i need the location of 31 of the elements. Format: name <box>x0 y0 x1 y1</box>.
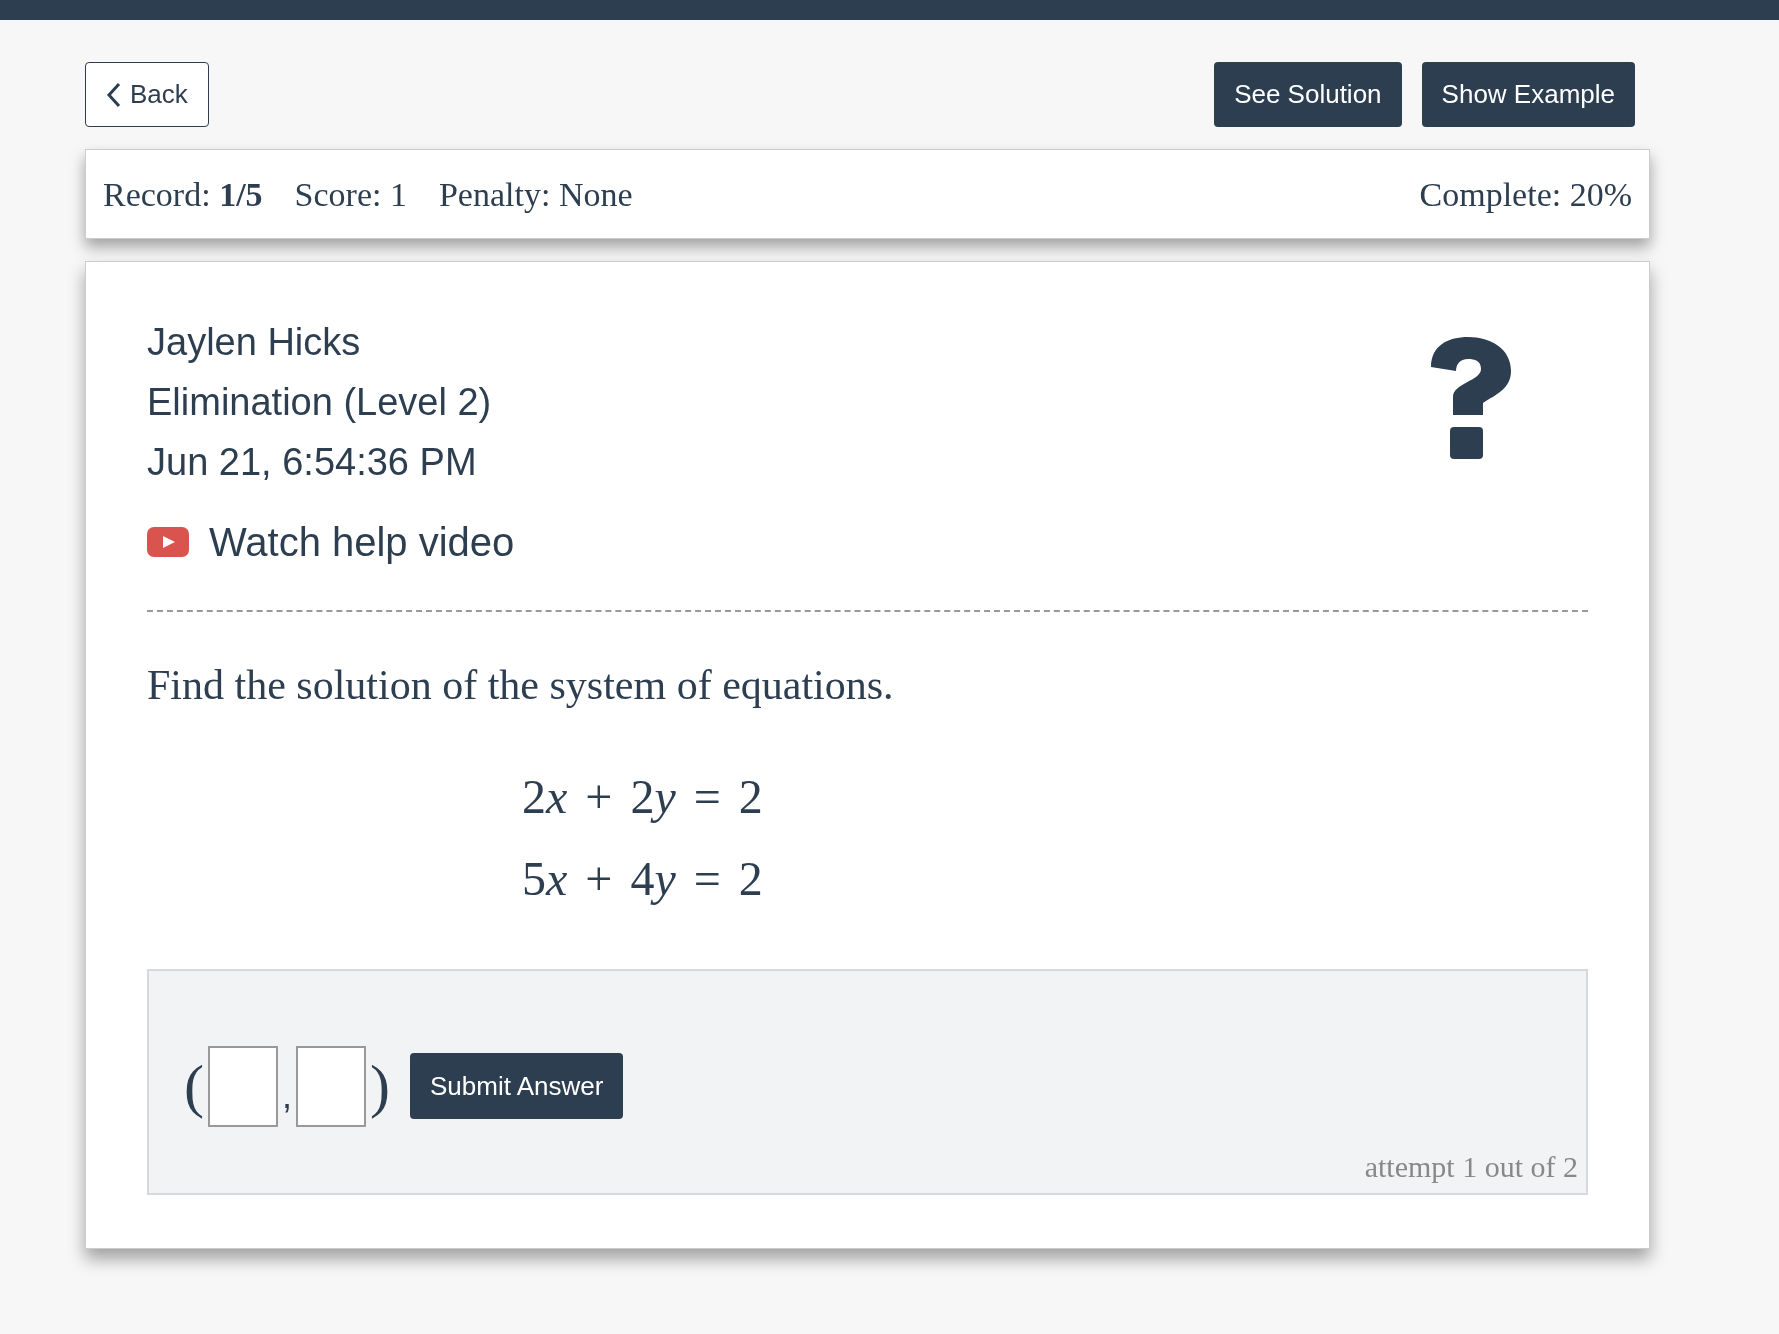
math-number: 5 <box>522 851 546 907</box>
math-operator: = <box>693 769 721 825</box>
score-text: Score: 1 <box>294 174 407 215</box>
math-operator: + <box>585 851 613 907</box>
video-play-icon <box>147 527 189 557</box>
student-name: Jaylen Hicks <box>147 320 362 365</box>
math-operator: + <box>585 769 613 825</box>
penalty-text: Penalty: None <box>438 174 633 215</box>
y-input-field[interactable] <box>296 1045 366 1127</box>
complete-text: Complete: 20% <box>1419 174 1632 215</box>
math-operator: = <box>693 851 721 907</box>
open-paren: ( <box>184 1052 204 1121</box>
math-number: 2 <box>522 769 546 825</box>
timestamp-text: Jun 21, 6:54:36 PM <box>147 440 478 485</box>
x-input-field[interactable] <box>208 1045 278 1127</box>
math-number: 2 <box>738 851 763 907</box>
topic-text: Elimination (Level 2) <box>147 380 493 425</box>
math-variable: x <box>546 851 568 907</box>
comma: , <box>282 1074 292 1118</box>
attempt-text: attempt 1 out of 2 <box>1364 1149 1578 1185</box>
back-button[interactable]: Back <box>85 62 209 127</box>
math-variable: x <box>546 769 568 825</box>
submit-answer-button[interactable]: Submit Answer <box>410 1053 624 1119</box>
math-number: 2 <box>738 769 763 825</box>
close-paren: ) <box>370 1052 390 1121</box>
help-video-link[interactable]: Watch help video <box>147 512 515 572</box>
record-text: Record: 1/5 <box>103 174 263 215</box>
question-prompt: Find the solution of the system of equations. <box>147 661 895 710</box>
chevron-left-icon <box>106 81 122 108</box>
see-solution-button[interactable]: See Solution <box>1214 62 1402 127</box>
show-example-button[interactable]: Show Example <box>1421 62 1635 127</box>
